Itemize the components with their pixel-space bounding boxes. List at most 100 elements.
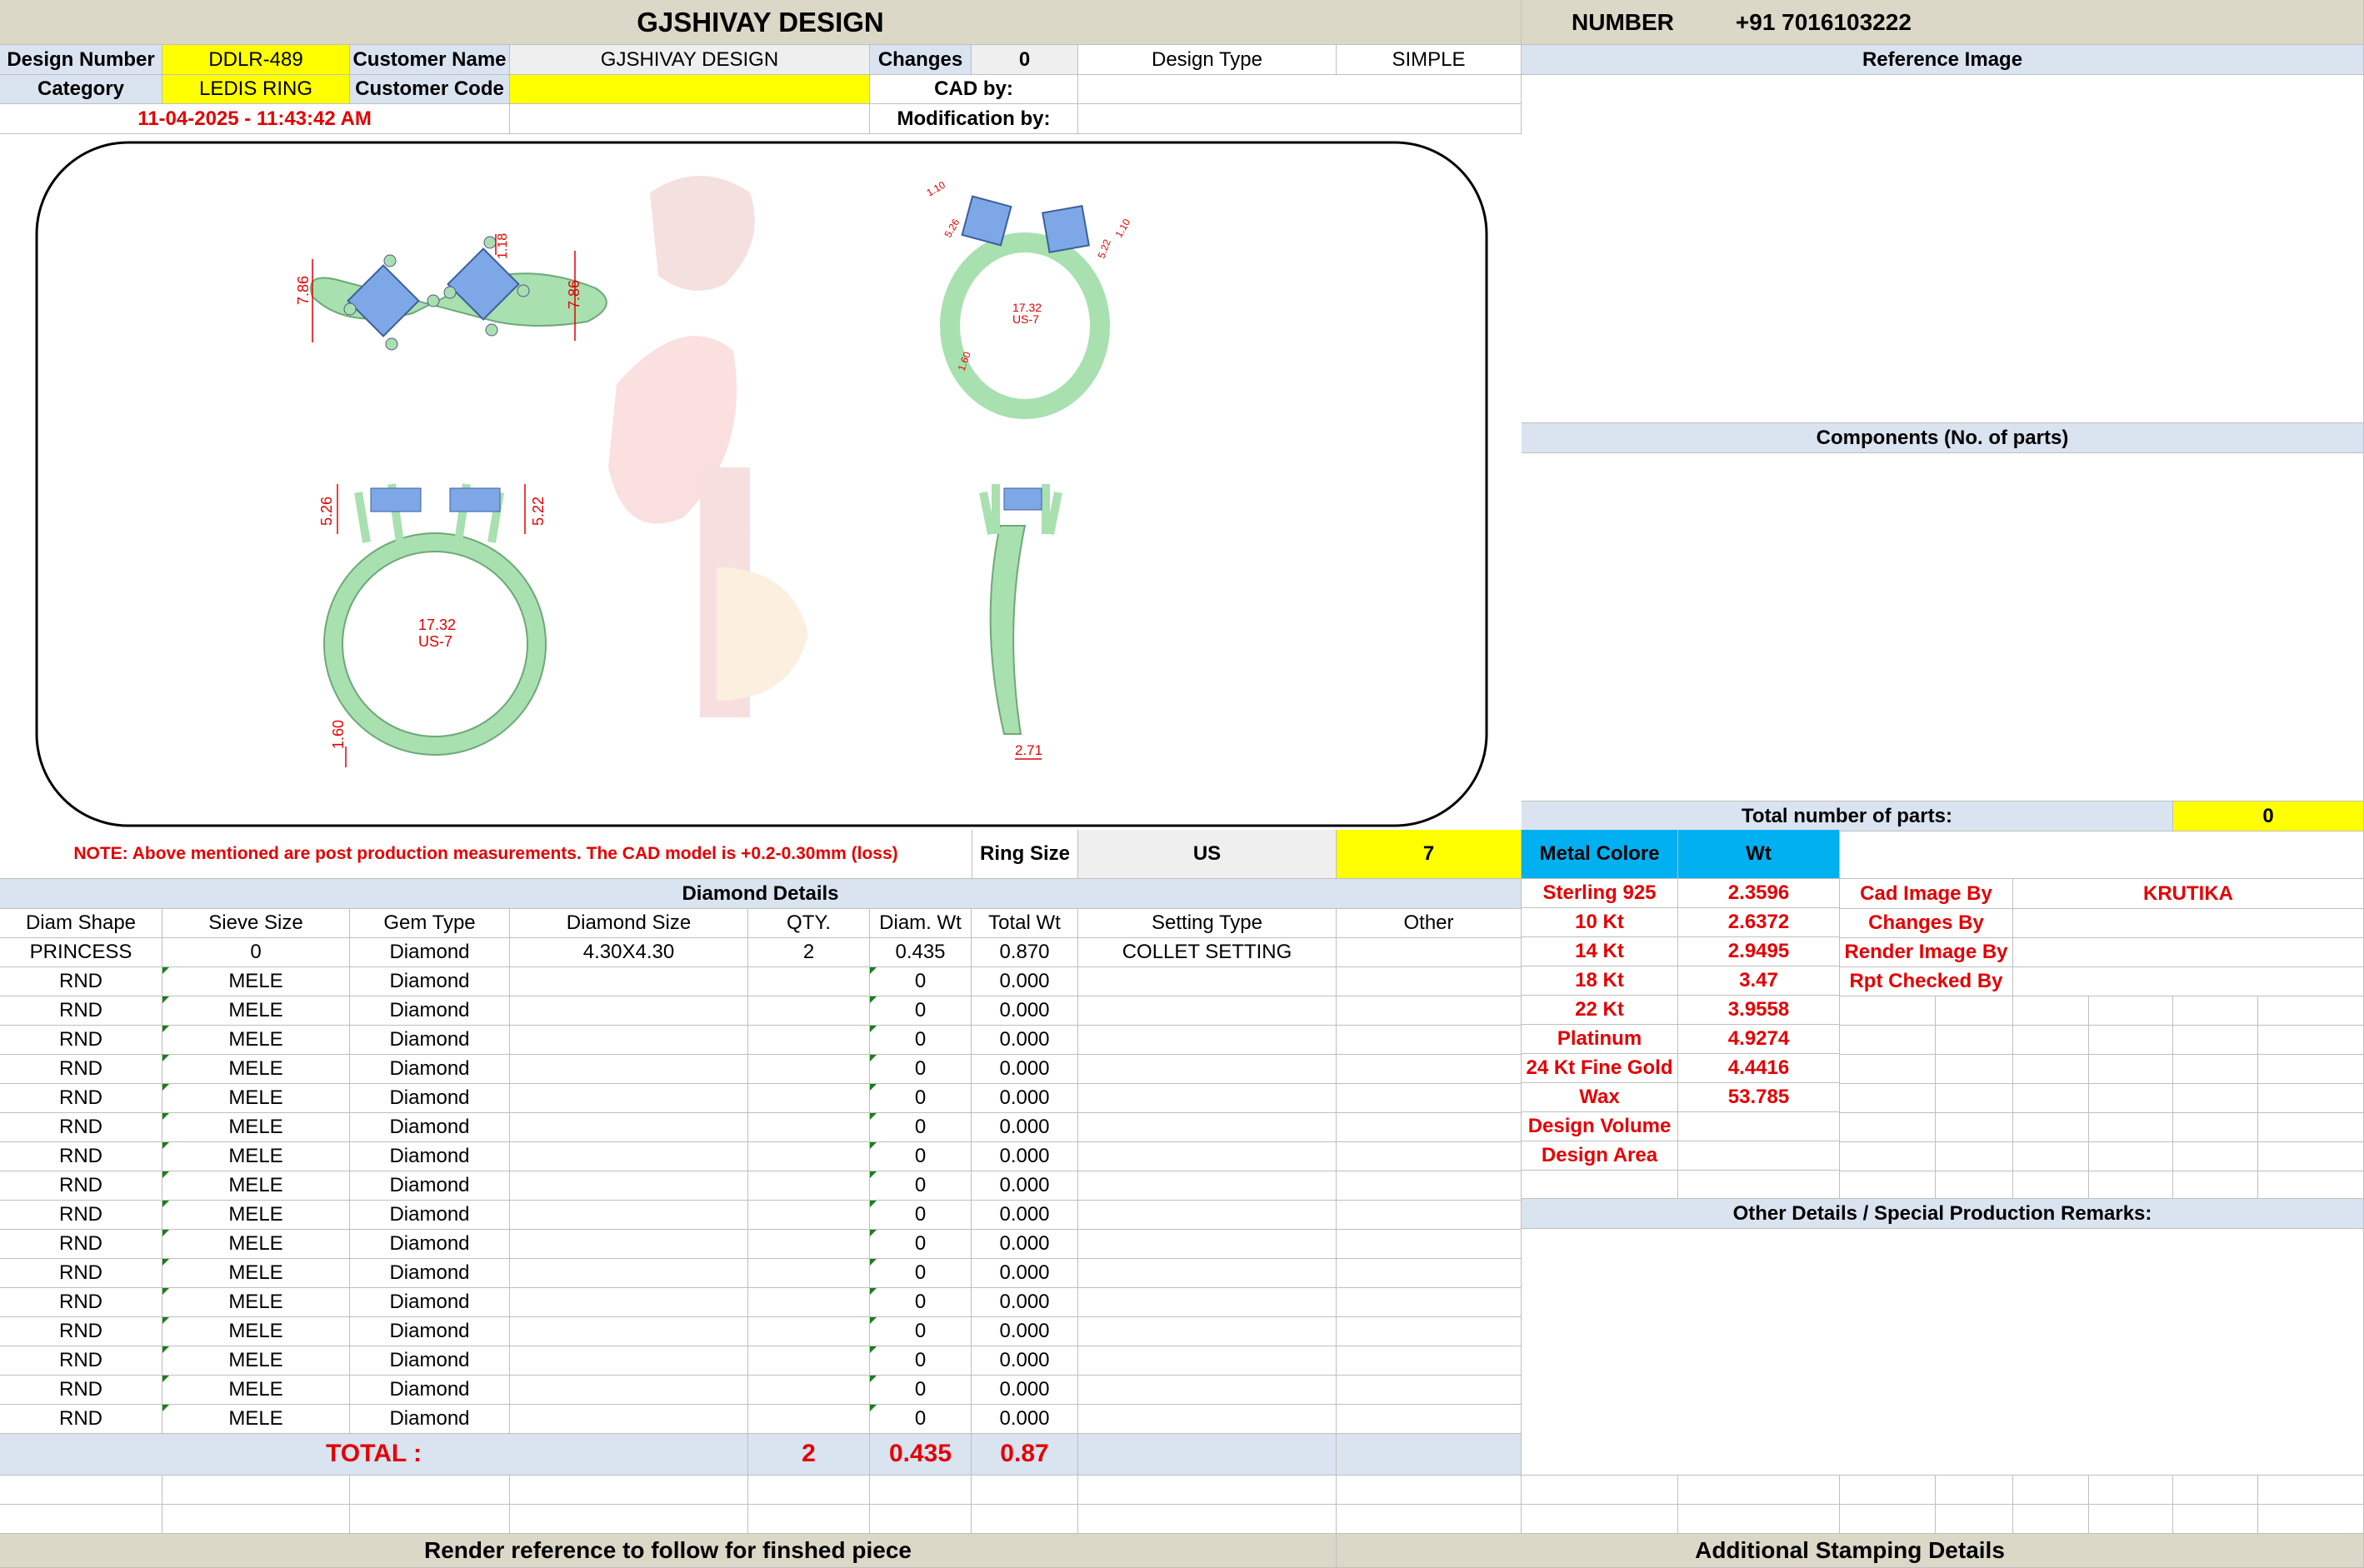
diamond-cell-other[interactable] (1337, 938, 1522, 967)
diamond-cell-other[interactable] (1337, 1230, 1522, 1259)
diamond-cell-setting-type[interactable] (1078, 1405, 1337, 1434)
diamond-cell-qty[interactable] (748, 1171, 870, 1201)
blank-cell[interactable] (1337, 1476, 1522, 1505)
people-grid-cell[interactable] (2089, 1113, 2173, 1142)
people-grid-cell[interactable] (2258, 1055, 2364, 1084)
people-grid-cell[interactable] (1936, 1113, 2013, 1142)
diamond-cell-setting-type[interactable] (1078, 1113, 1337, 1142)
customer-code-value[interactable] (510, 75, 870, 104)
diamond-cell-other[interactable] (1337, 1201, 1522, 1230)
diamond-cell-qty[interactable] (748, 1259, 870, 1288)
blank-cell[interactable] (2013, 1505, 2089, 1534)
people-grid-cell[interactable] (1840, 996, 1936, 1026)
diamond-cell-qty[interactable] (748, 996, 870, 1026)
diamond-cell-diamond-size[interactable] (510, 1171, 748, 1201)
blank-cell[interactable] (1840, 1505, 1936, 1534)
blank-cell[interactable] (1522, 1476, 1678, 1505)
blank-cell[interactable] (1337, 1505, 1522, 1534)
people-grid-cell[interactable] (2089, 1084, 2173, 1113)
diamond-cell-setting-type[interactable] (1078, 1230, 1337, 1259)
people-grid-cell[interactable] (2258, 1171, 2364, 1199)
people-grid-cell[interactable] (1840, 1113, 1936, 1142)
diamond-cell-qty[interactable] (748, 1084, 870, 1113)
changes-value[interactable]: 0 (972, 45, 1078, 75)
blank-cell[interactable] (972, 1505, 1078, 1534)
diamond-cell-setting-type[interactable] (1078, 1376, 1337, 1405)
people-grid-cell[interactable] (1936, 996, 2013, 1026)
people-grid-cell[interactable] (1936, 1055, 2013, 1084)
people-grid-cell[interactable] (2173, 1113, 2258, 1142)
diamond-cell-other[interactable] (1337, 1405, 1522, 1434)
diamond-cell-diamond-size[interactable] (510, 1055, 748, 1084)
diamond-cell-qty[interactable] (748, 1317, 870, 1346)
blank-cell[interactable] (972, 1476, 1078, 1505)
blank-cell[interactable] (2013, 1476, 2089, 1505)
metal-wt[interactable]: 2.3596 (1678, 879, 1840, 908)
blank-cell[interactable] (1078, 1476, 1337, 1505)
people-grid-cell[interactable] (2013, 1026, 2089, 1055)
people-grid-cell[interactable] (1936, 1026, 2013, 1055)
metal-wt[interactable]: 2.9495 (1678, 937, 1840, 966)
people-grid-cell[interactable] (1936, 1171, 2013, 1199)
diamond-cell-qty[interactable] (748, 1142, 870, 1171)
diamond-cell-diamond-size[interactable] (510, 1142, 748, 1171)
diamond-cell-other[interactable] (1337, 1317, 1522, 1346)
diamond-cell-diamond-size[interactable] (510, 1113, 748, 1142)
diamond-cell-qty[interactable] (748, 1055, 870, 1084)
modification-by-value[interactable] (1078, 104, 1522, 134)
diamond-cell-qty[interactable] (748, 1230, 870, 1259)
diamond-cell-setting-type[interactable]: COLLET SETTING (1078, 938, 1337, 967)
people-grid-cell[interactable] (2173, 1026, 2258, 1055)
design-type-value[interactable]: SIMPLE (1337, 45, 1522, 75)
blank-cell[interactable] (350, 1476, 510, 1505)
blank-cell[interactable] (1522, 1505, 1678, 1534)
people-grid-cell[interactable] (2013, 1084, 2089, 1113)
category-value[interactable]: LEDIS RING (162, 75, 350, 104)
diamond-cell-other[interactable] (1337, 1113, 1522, 1142)
diamond-cell-other[interactable] (1337, 1288, 1522, 1317)
blank-cell[interactable] (2173, 1476, 2258, 1505)
diamond-cell-setting-type[interactable] (1078, 1288, 1337, 1317)
diamond-cell-other[interactable] (1337, 1084, 1522, 1113)
diamond-cell-setting-type[interactable] (1078, 1201, 1337, 1230)
metal-wt[interactable] (1678, 1141, 1840, 1171)
diamond-cell-diamond-size[interactable] (510, 1259, 748, 1288)
cad-image-by-value[interactable]: KRUTIKA (2013, 879, 2364, 909)
blank-cell[interactable] (0, 1476, 162, 1505)
people-grid-cell[interactable] (1840, 1026, 1936, 1055)
diamond-cell-diamond-size[interactable] (510, 1405, 748, 1434)
diamond-cell-other[interactable] (1337, 1376, 1522, 1405)
people-grid-cell[interactable] (2173, 996, 2258, 1026)
diamond-cell-setting-type[interactable] (1078, 1259, 1337, 1288)
blank-cell[interactable] (510, 1505, 748, 1534)
people-grid-cell[interactable] (2173, 1171, 2258, 1199)
diamond-cell-setting-type[interactable] (1078, 996, 1337, 1026)
people-grid-cell[interactable] (1840, 1171, 1936, 1199)
people-grid-cell[interactable] (2258, 1142, 2364, 1171)
blank-cell[interactable] (1840, 1476, 1936, 1505)
people-grid-cell[interactable] (2089, 1055, 2173, 1084)
blank-cell[interactable] (2089, 1476, 2173, 1505)
ring-size-value[interactable]: 7 (1337, 830, 1522, 879)
diamond-cell-other[interactable] (1337, 967, 1522, 996)
people-grid-cell[interactable] (2173, 1084, 2258, 1113)
diamond-cell-qty[interactable] (748, 1026, 870, 1055)
diamond-cell-qty[interactable] (748, 967, 870, 996)
diamond-cell-diamond-size[interactable]: 4.30X4.30 (510, 938, 748, 967)
people-grid-cell[interactable] (1936, 1084, 2013, 1113)
diamond-cell-qty[interactable] (748, 1346, 870, 1376)
diamond-cell-diamond-size[interactable] (510, 1230, 748, 1259)
cad-by-value[interactable] (1078, 75, 1522, 104)
people-grid-cell[interactable] (2089, 996, 2173, 1026)
diamond-cell-setting-type[interactable] (1078, 1055, 1337, 1084)
people-grid-cell[interactable] (2258, 996, 2364, 1026)
people-grid-cell[interactable] (2013, 1142, 2089, 1171)
diamond-cell-other[interactable] (1337, 1026, 1522, 1055)
people-grid-cell[interactable] (2013, 1113, 2089, 1142)
metal-wt[interactable]: 2.6372 (1678, 908, 1840, 937)
blank-cell[interactable] (510, 1476, 748, 1505)
render-image-by-value[interactable] (2013, 938, 2364, 967)
people-grid-cell[interactable] (1936, 1142, 2013, 1171)
blank-cell[interactable] (162, 1505, 350, 1534)
blank-cell[interactable] (350, 1505, 510, 1534)
